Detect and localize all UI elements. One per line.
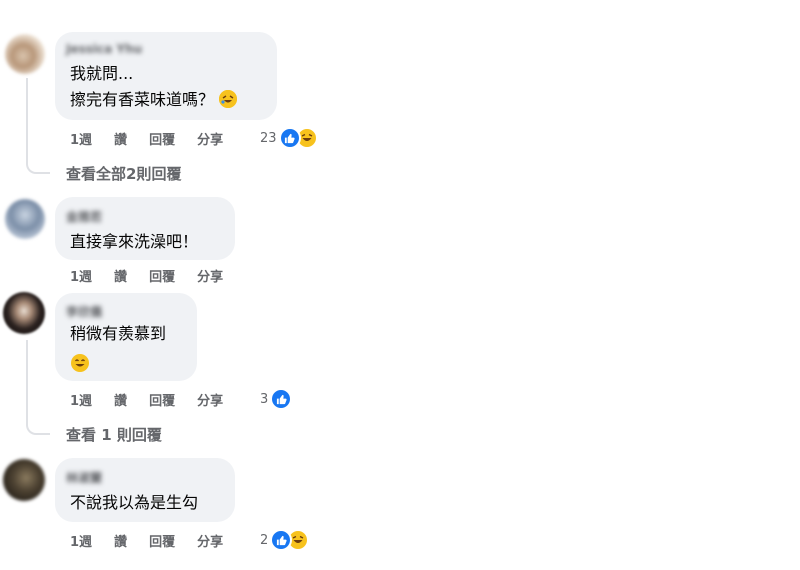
view-replies-link[interactable]: 查看 1 則回覆 xyxy=(66,424,162,445)
comment-time[interactable]: 1週 xyxy=(70,531,92,550)
share-button[interactable]: 分享 xyxy=(197,129,223,148)
reply-button[interactable]: 回覆 xyxy=(149,129,175,148)
share-button[interactable]: 分享 xyxy=(197,531,223,550)
share-button[interactable]: 分享 xyxy=(197,390,223,409)
thread-line xyxy=(26,340,28,420)
reaction-count: 3 xyxy=(260,391,269,407)
share-button[interactable]: 分享 xyxy=(197,266,223,285)
comment-text-line: 直接拿來洗澡吧！ xyxy=(70,232,199,251)
comment-text: 擦完有香菜味道嗎？ xyxy=(70,90,215,109)
like-button[interactable]: 讚 xyxy=(114,390,127,409)
reply-button[interactable]: 回覆 xyxy=(149,390,175,409)
comment-text-line: 擦完有香菜味道嗎？ xyxy=(70,88,238,112)
comment-actions: 1週 讚 回覆 分享 xyxy=(70,389,245,409)
thread-connector xyxy=(26,410,50,435)
avatar[interactable] xyxy=(3,292,45,334)
reaction-summary[interactable]: 23 xyxy=(260,127,318,149)
comment-author[interactable]: 李欣儀 xyxy=(66,303,102,320)
like-button[interactable]: 讚 xyxy=(114,266,127,285)
avatar[interactable] xyxy=(3,459,45,501)
rofl-emoji-icon xyxy=(219,90,238,108)
grin-emoji-icon xyxy=(71,354,89,372)
like-reaction-icon xyxy=(278,127,301,149)
avatar[interactable] xyxy=(5,34,45,74)
reaction-summary[interactable]: 2 xyxy=(260,529,310,551)
comment-actions: 1週 讚 回覆 分享 xyxy=(70,530,245,550)
view-replies-link[interactable]: 查看全部2則回覆 xyxy=(66,163,181,184)
comment-time[interactable]: 1週 xyxy=(70,129,92,148)
reply-button[interactable]: 回覆 xyxy=(149,531,175,550)
thread-connector xyxy=(26,150,50,174)
like-reaction-icon xyxy=(270,388,293,410)
reaction-count: 23 xyxy=(260,130,277,146)
comment-text-line: 稍微有羨慕到 xyxy=(70,324,167,343)
comment-author[interactable]: Jessica Yhu xyxy=(66,42,142,56)
comment-text-line: 不說我以為是生勾 xyxy=(70,493,199,512)
comment-time[interactable]: 1週 xyxy=(70,390,92,409)
comment-actions: 1週 讚 回覆 分享 xyxy=(70,265,245,285)
comment-text-line: 我就問... xyxy=(70,64,134,83)
like-button[interactable]: 讚 xyxy=(114,531,127,550)
avatar[interactable] xyxy=(5,199,45,239)
like-button[interactable]: 讚 xyxy=(114,129,127,148)
reaction-summary[interactable]: 3 xyxy=(260,388,293,410)
comment-time[interactable]: 1週 xyxy=(70,266,92,285)
comment-author[interactable]: 林淑蘭 xyxy=(66,469,102,486)
reaction-count: 2 xyxy=(260,532,269,548)
comment-author[interactable]: 金雅若 xyxy=(66,208,102,225)
comment-actions: 1週 讚 回覆 分享 xyxy=(70,128,245,148)
reply-button[interactable]: 回覆 xyxy=(149,266,175,285)
